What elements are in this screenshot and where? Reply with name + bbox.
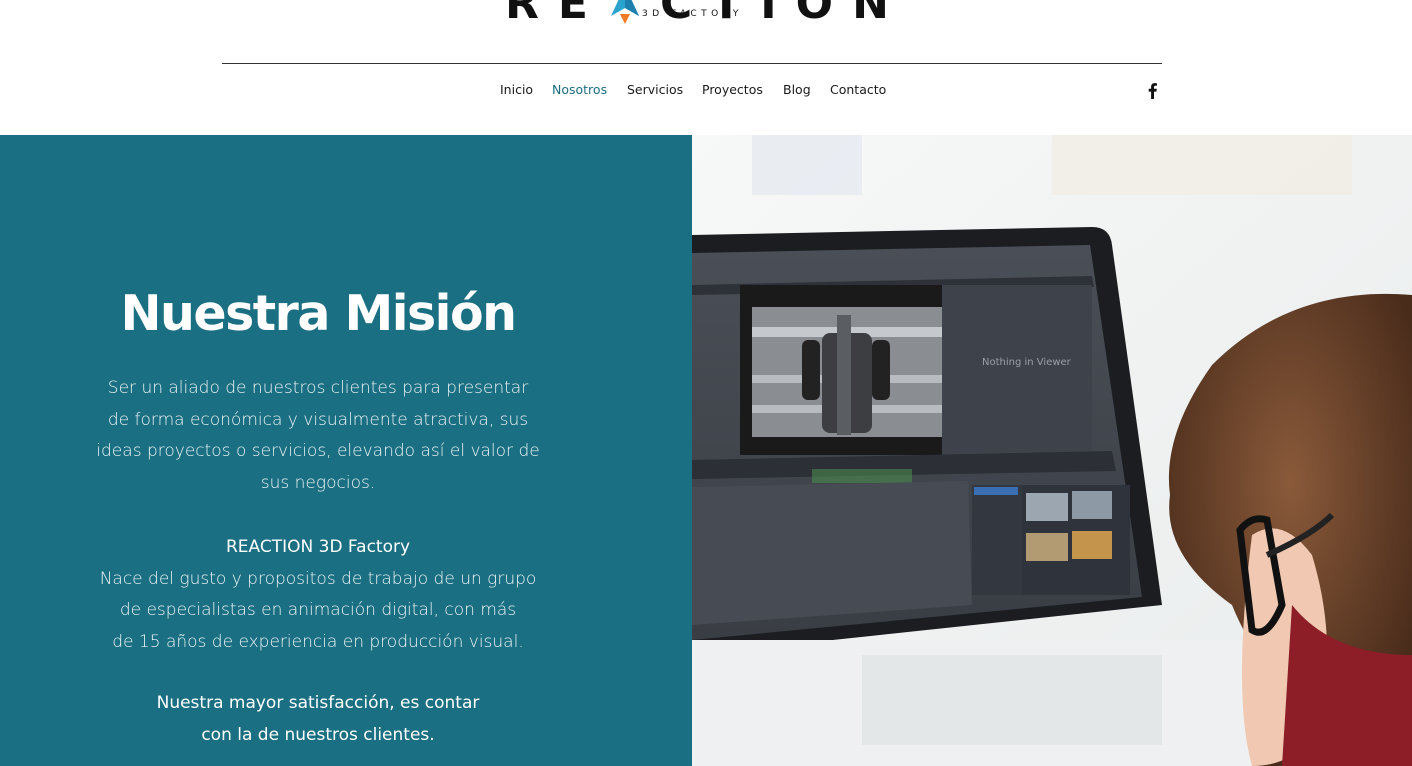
satisfaction-paragraph: Nuestra mayor satisfacción, es contar co… (68, 688, 568, 751)
nav-item-proyectos[interactable]: Proyectos (702, 82, 763, 97)
mission-line: de forma económica y visualmente atracti… (107, 409, 529, 430)
main-nav: Inicio Nosotros Servicios Proyectos Blog… (0, 82, 1412, 100)
about-line: Nace del gusto y propositos de trabajo d… (99, 568, 537, 589)
facebook-icon[interactable] (1146, 82, 1158, 99)
about-heading: REACTION 3D Factory (225, 537, 411, 557)
mission-line: ideas proyectos o servicios, elevando as… (96, 441, 540, 461)
nav-item-nosotros[interactable]: Nosotros (552, 82, 607, 97)
mission-panel: Nuestra Misión Ser un aliado de nuestros… (0, 135, 692, 766)
rocket-icon (605, 0, 645, 26)
brand-logo[interactable]: REACTION 3D FACTORY (505, 0, 889, 38)
mission-title: Nuestra Misión (120, 285, 517, 342)
nav-item-contacto[interactable]: Contacto (830, 82, 886, 97)
satisfaction-line: Nuestra mayor satisfacción, es contar (156, 693, 480, 713)
brand-tagline: 3D FACTORY (642, 9, 743, 19)
about-line: de especialistas en animación digital, c… (119, 600, 517, 620)
nav-item-servicios[interactable]: Servicios (627, 82, 683, 97)
mission-paragraph: Ser un aliado de nuestros clientes para … (68, 373, 568, 499)
svg-text:Nothing in Viewer: Nothing in Viewer (982, 357, 1072, 368)
mission-line: sus negocios. (260, 472, 376, 493)
hero-photo: Nothing in Viewer (692, 135, 1412, 766)
nav-item-inicio[interactable]: Inicio (500, 82, 533, 97)
mission-line: Ser un aliado de nuestros clientes para … (107, 378, 529, 398)
satisfaction-line: con la de nuestros clientes. (201, 724, 435, 745)
about-paragraph: REACTION 3D Factory Nace del gusto y pro… (68, 532, 568, 658)
editor-monitor-illustration: Nothing in Viewer (692, 135, 1412, 766)
about-line: de 15 años de experiencia en producción … (112, 631, 524, 652)
header-divider (222, 63, 1162, 64)
nav-item-blog[interactable]: Blog (783, 82, 811, 97)
